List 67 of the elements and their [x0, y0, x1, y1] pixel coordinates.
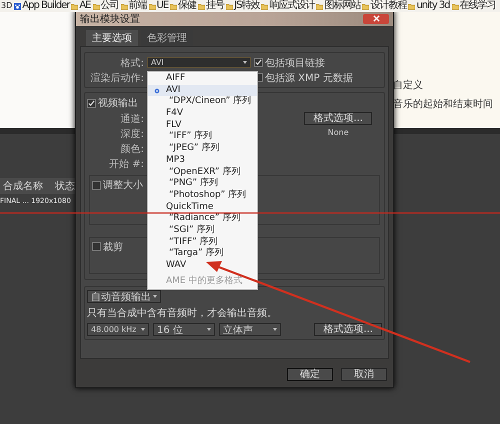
bookmark-link[interactable]: 设计教程	[362, 0, 406, 12]
bookmark-link[interactable]: 3D	[1, 0, 12, 12]
menu-item[interactable]: AVI	[148, 84, 257, 96]
audio-dropdown[interactable]: 立体声	[219, 323, 281, 336]
radio-dot-icon	[154, 88, 160, 94]
field-label: 通道:	[120, 112, 144, 126]
audio-note: 只有当合成中含有音频时，才会输出音频。	[87, 306, 278, 320]
page-text: 音乐的起始和结束时间	[393, 98, 494, 111]
menu-item[interactable]: AIFF	[148, 73, 257, 85]
format-dropdown[interactable]: AVI	[147, 57, 251, 68]
folder-icon	[452, 2, 459, 10]
tab[interactable]: 主要选项	[86, 30, 138, 46]
column-header: 合成名称	[3, 180, 43, 193]
bookmark-link[interactable]: 图标网站	[316, 0, 360, 12]
check-icon	[255, 59, 262, 66]
bookmark-link[interactable]: JS特效	[226, 0, 260, 12]
menu-item[interactable]: “SGI” 序列	[148, 224, 257, 237]
menu-item[interactable]: “IFF” 序列	[148, 131, 257, 144]
folder-icon	[408, 2, 416, 10]
menu-item[interactable]: “OpenEXR” 序列	[148, 166, 257, 178]
menu-item[interactable]: “JPEG” 序列	[148, 143, 257, 155]
audio-dropdown[interactable]: 16 位	[153, 323, 215, 336]
field-label: 格式:	[120, 56, 144, 70]
menu-item[interactable]: F4V	[148, 108, 257, 120]
dialog-button[interactable]: 取消	[341, 368, 387, 381]
menu-item[interactable]: “Photoshop” 序列	[148, 190, 257, 202]
check-icon	[88, 100, 95, 106]
page-text: 自定义	[393, 78, 424, 92]
close-button[interactable]	[363, 14, 389, 24]
field-label: 颜色:	[120, 142, 144, 156]
checkbox[interactable]: 包括项目链接	[254, 56, 325, 70]
column-header: 状态	[55, 180, 75, 193]
caret-icon	[141, 328, 145, 331]
menu-item[interactable]: “Targa” 序列	[148, 248, 257, 260]
caret-icon	[243, 61, 247, 64]
bookmark-link[interactable]: AE	[71, 0, 91, 12]
bookmark-link[interactable]: 保健	[170, 0, 196, 12]
folder-icon	[71, 2, 78, 10]
window-title: 输出模块设置	[80, 12, 140, 26]
caret-icon	[153, 295, 157, 298]
audio-dropdown[interactable]: 48.000 kHz	[87, 323, 149, 336]
menu-item[interactable]: “PNG” 序列	[148, 178, 257, 190]
bookmark-link[interactable]: 在线学习	[452, 0, 496, 12]
menu-item[interactable]: “TIFF” 序列	[148, 236, 257, 248]
codec-value: None	[328, 128, 349, 137]
menu-item[interactable]: FLV	[148, 120, 257, 132]
paw-icon	[14, 2, 22, 10]
bookmark-link[interactable]: unity 3d	[408, 0, 450, 12]
field-label: 开始 #:	[108, 158, 144, 171]
bookmark-link[interactable]: 公司	[92, 0, 119, 12]
caret-icon	[273, 328, 277, 331]
bookmark-link[interactable]: App Builder	[14, 0, 70, 12]
menu-item[interactable]: “DPX/Cineon” 序列	[148, 96, 257, 108]
menu-item[interactable]: MP3	[148, 154, 257, 166]
field-label: 深度:	[120, 128, 144, 141]
field-label: 渲染后动作:	[90, 72, 144, 84]
close-icon	[372, 15, 380, 22]
audio-mode-dropdown[interactable]: 自动音频输出	[87, 290, 161, 303]
caret-icon	[207, 328, 211, 331]
menu-item[interactable]: WAV	[148, 260, 257, 272]
bookmark-link[interactable]: UE	[148, 0, 168, 12]
menu-item[interactable]: QuickTime	[148, 202, 257, 214]
format-options-button[interactable]: 格式选项...	[314, 323, 382, 336]
bookmark-link[interactable]: 挂号	[198, 0, 224, 12]
bookmark-link[interactable]: 前端	[120, 0, 147, 12]
dialog-button[interactable]: 确定	[287, 368, 333, 381]
format-options-button[interactable]: 格式选项...	[304, 112, 372, 125]
